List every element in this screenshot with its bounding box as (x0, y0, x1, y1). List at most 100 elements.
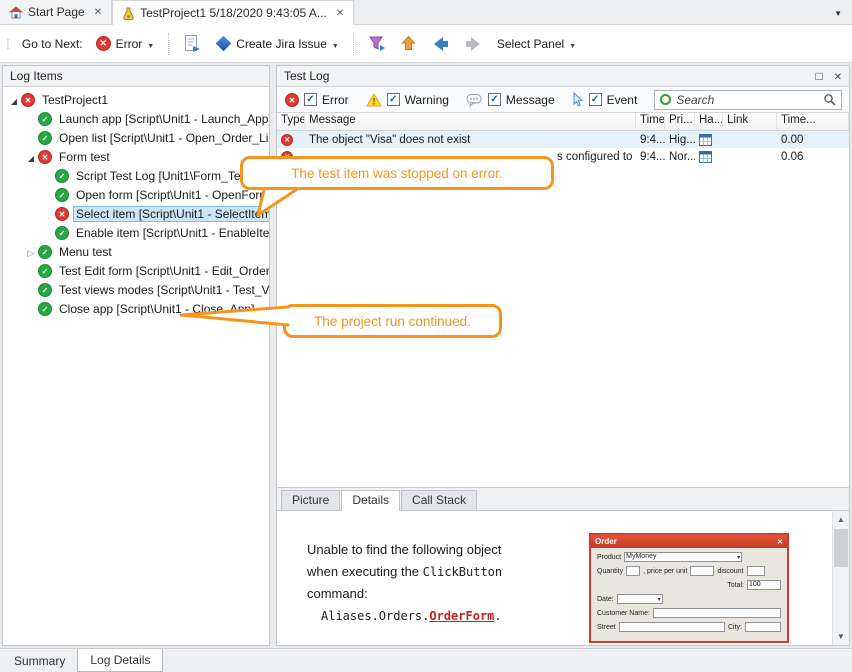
error-status-icon (55, 207, 69, 221)
test-log-panel: Test Log Error ! Warning (276, 65, 850, 646)
go-to-next-error-button[interactable]: Error (90, 33, 161, 54)
mini-label: City: (728, 624, 742, 631)
jira-icon (216, 36, 232, 52)
report-button[interactable] (177, 31, 208, 56)
tree-item-menu-test[interactable]: Menu test (3, 242, 269, 261)
mini-label: Total: (727, 582, 744, 589)
message-icon (466, 93, 483, 107)
filter-message: Message (466, 93, 555, 107)
column-time2[interactable]: Time... (777, 113, 849, 131)
tab-call-stack[interactable]: Call Stack (401, 490, 477, 510)
column-type[interactable]: Type (277, 113, 305, 131)
tree-item-launch-app[interactable]: Launch app [Script\Unit1 - Launch_App] (3, 109, 269, 128)
tab-picture[interactable]: Picture (281, 490, 340, 510)
tree-item-label: Form test (56, 149, 113, 165)
create-jira-issue-label: Create Jira Issue (236, 37, 327, 51)
upload-icon (400, 35, 417, 52)
scroll-up-icon[interactable] (833, 511, 849, 528)
mini-label: , price per unit (643, 568, 687, 575)
document-tab-bar: Start Page TestProject1 5/18/2020 9:43:0… (0, 0, 852, 25)
post-data-button[interactable] (362, 32, 392, 56)
details-code: Aliases.Orders. (321, 609, 429, 623)
warning-checkbox[interactable] (387, 93, 400, 106)
create-jira-issue-button[interactable]: Create Jira Issue (210, 34, 345, 54)
mini-form-body: Product MyMoney Quantity , price per uni… (591, 548, 787, 636)
details-tab-strip: Picture Details Call Stack (277, 487, 849, 511)
event-checkbox[interactable] (589, 93, 602, 106)
column-link[interactable]: Link (723, 113, 777, 131)
panel-splitter[interactable] (272, 65, 274, 646)
expander-icon[interactable] (7, 93, 21, 107)
error-checkbox[interactable] (304, 93, 317, 106)
log-link (723, 148, 777, 165)
tree-item-test-edit-form[interactable]: Test Edit form [Script\Unit1 - Edit_Orde… (3, 261, 269, 280)
callout-tail (176, 300, 290, 330)
tree-item-test-views-modes[interactable]: Test views modes [Script\Unit1 - Test_Vi… (3, 280, 269, 299)
tree-item-label: TestProject1 (39, 92, 111, 108)
go-to-next-error-label: Error (116, 37, 143, 51)
tab-start-page-label: Start Page (28, 5, 85, 19)
incremental-search-icon (660, 94, 671, 105)
forward-button[interactable] (458, 32, 489, 56)
mini-product-select: MyMoney (624, 552, 742, 562)
expander-icon[interactable] (24, 245, 38, 259)
toolbar-grip-icon[interactable] (6, 36, 10, 52)
tree-item-select-item[interactable]: Select item [Script\Unit1 - SelectItem] (3, 204, 269, 223)
tab-log-details[interactable]: Log Details (77, 649, 163, 672)
expander-icon[interactable] (24, 150, 38, 164)
tree-item-form-test[interactable]: Form test (3, 147, 269, 166)
tree-item-enable-item[interactable]: Enable item [Script\Unit1 - EnableItem] (3, 223, 269, 242)
tab-list-dropdown-icon[interactable] (824, 5, 852, 19)
success-status-icon (55, 226, 69, 240)
tree-item-label: Open form [Script\Unit1 - OpenForm] (73, 187, 269, 203)
tab-summary[interactable]: Summary (2, 649, 77, 672)
search-input[interactable] (676, 93, 818, 107)
maximize-icon[interactable] (815, 69, 822, 83)
order-form-link[interactable]: OrderForm (429, 609, 494, 623)
tree-item-open-list[interactable]: Open list [Script\Unit1 - Open_Order_Lis… (3, 128, 269, 147)
column-message[interactable]: Message (305, 113, 636, 131)
tab-project-log[interactable]: TestProject1 5/18/2020 9:43:05 A... (112, 0, 354, 25)
warning-icon: ! (366, 93, 382, 107)
success-status-icon (38, 245, 52, 259)
close-icon[interactable] (336, 8, 344, 19)
column-has-picture[interactable]: Ha... (695, 113, 723, 131)
select-panel-label: Select Panel (497, 37, 564, 51)
upload-button[interactable] (394, 32, 423, 55)
message-checkbox[interactable] (488, 93, 501, 106)
filter-message-label: Message (506, 93, 555, 107)
column-priority[interactable]: Pri... (665, 113, 695, 131)
scroll-down-icon[interactable] (833, 628, 849, 645)
picture-grid-icon (699, 134, 712, 146)
test-log-title: Test Log (284, 69, 329, 83)
close-icon[interactable] (94, 7, 102, 18)
search-icon[interactable] (823, 93, 836, 106)
toolbar: Go to Next: Error Create Jira Issue (0, 25, 852, 63)
details-content: Unable to find the following object when… (277, 511, 849, 645)
tab-details[interactable]: Details (341, 490, 400, 511)
chevron-down-icon (569, 37, 576, 51)
callout-stopped-on-error: The test item was stopped on error. (240, 156, 554, 190)
close-icon[interactable] (834, 69, 842, 83)
tree-item-script-test-log[interactable]: Script Test Log [Unit1\Form_Test] (3, 166, 269, 185)
picture-grid-icon (699, 151, 712, 163)
back-button[interactable] (425, 32, 456, 56)
scrollbar-thumb[interactable] (834, 529, 848, 567)
home-icon (9, 6, 23, 19)
log-time2: 0.06 (777, 148, 849, 165)
tree-item-open-form[interactable]: Open form [Script\Unit1 - OpenForm] (3, 185, 269, 204)
log-row[interactable]: The object "Visa" does not exist 9:4... … (277, 131, 849, 148)
mini-input (747, 566, 765, 576)
mini-label: Product (597, 554, 621, 561)
tree-item-testproject1[interactable]: TestProject1 (3, 90, 269, 109)
tab-start-page[interactable]: Start Page (0, 0, 112, 24)
error-icon (285, 93, 299, 107)
mini-input (626, 566, 640, 576)
column-time[interactable]: Time (636, 113, 665, 131)
mini-label: Date: (597, 596, 614, 603)
tree-item-label: Launch app [Script\Unit1 - Launch_App] (56, 111, 269, 127)
vertical-scrollbar[interactable] (832, 511, 849, 645)
scrollbar-track[interactable] (833, 528, 849, 628)
select-panel-button[interactable]: Select Panel (491, 34, 582, 54)
filter-error-label: Error (322, 93, 349, 107)
